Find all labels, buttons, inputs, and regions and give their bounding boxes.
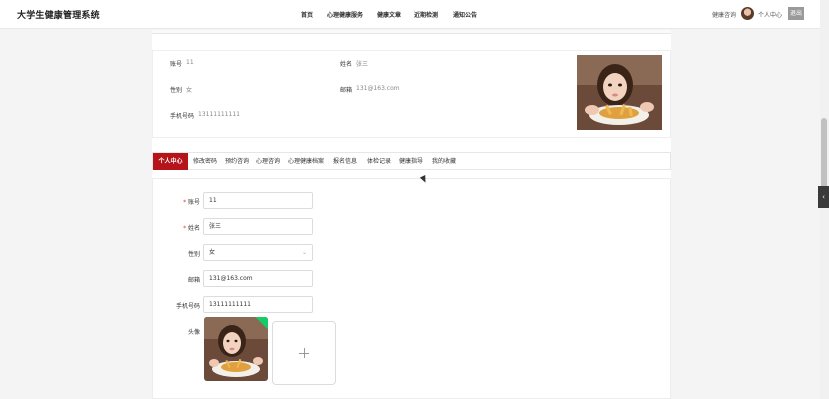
avatar[interactable] [741, 7, 754, 20]
form-gender-label: 性别 [187, 251, 200, 258]
logout-button[interactable]: 退出 [788, 7, 804, 20]
tab-counseling[interactable]: 心理咨询 [252, 153, 284, 170]
info-gender-label: 性别 [170, 87, 183, 94]
nav-home[interactable]: 首页 [301, 10, 313, 19]
nav-recent-tests[interactable]: 近期检测 [414, 10, 438, 19]
form-email-label: 邮箱 [187, 277, 200, 284]
user-center-link[interactable]: 个人中心 [758, 10, 782, 19]
required-mark: * [183, 199, 187, 206]
user-area: 健康咨询 个人中心 退出 [700, 7, 820, 21]
avatar-upload-button[interactable] [272, 321, 336, 385]
nav-notices[interactable]: 通知公告 [453, 10, 477, 19]
email-field[interactable]: 131@163.com [203, 270, 313, 287]
gender-select-value: 女 [209, 249, 216, 256]
tab-favorites[interactable]: 我的收藏 [428, 153, 460, 170]
chevron-down-icon: ⌄ [301, 249, 307, 256]
required-mark: * [183, 225, 187, 232]
content-top-strip [152, 30, 671, 34]
info-account-label: 账号 [170, 61, 183, 68]
form-avatar-label: 头像 [187, 329, 200, 336]
info-gender-value: 女 [186, 87, 193, 94]
info-phone-value: 13111111111 [198, 111, 240, 118]
gender-select[interactable]: 女 ⌄ [203, 244, 313, 261]
profile-photo [577, 55, 662, 130]
nav-mental-health[interactable]: 心理健康服务 [327, 10, 363, 19]
side-panel-toggle[interactable]: ‹ [818, 186, 829, 208]
chevron-left-icon: ‹ [822, 193, 825, 201]
tab-health-guidance[interactable]: 健康指导 [395, 153, 427, 170]
info-email-label: 邮箱 [340, 87, 353, 94]
tab-appointment[interactable]: 预约咨询 [221, 153, 253, 170]
consult-link[interactable]: 健康咨询 [712, 10, 736, 19]
tab-checkup-record[interactable]: 体检记录 [363, 153, 395, 170]
info-email-value: 131@163.com [356, 85, 400, 92]
tab-registration[interactable]: 报名信息 [329, 153, 361, 170]
info-name-value: 张三 [356, 61, 369, 68]
form-phone-label: 手机号码 [175, 303, 200, 310]
form-name-label: * 姓名 [183, 225, 200, 232]
info-name-label: 姓名 [340, 61, 353, 68]
account-field[interactable]: 11 [203, 192, 313, 209]
tab-user-center[interactable]: 个人中心 [153, 153, 188, 170]
name-field[interactable]: 张三 [203, 218, 313, 235]
form-account-label: * 账号 [183, 199, 200, 206]
top-navbar: 大学生健康管理系统 首页 心理健康服务 健康文章 近期检测 通知公告 健康咨询 … [0, 0, 829, 29]
user-tabs: 个人中心 修改密码 预约咨询 心理咨询 心理健康档案 报名信息 体检记录 健康指… [152, 152, 671, 170]
avatar-preview[interactable] [204, 317, 268, 381]
tab-mental-health-record[interactable]: 心理健康档案 [284, 153, 328, 170]
nav-articles[interactable]: 健康文章 [377, 10, 401, 19]
tab-change-password[interactable]: 修改密码 [189, 153, 221, 170]
info-phone-label: 手机号码 [170, 113, 195, 120]
phone-field[interactable]: 13111111111 [203, 296, 313, 313]
info-account-value: 11 [186, 59, 194, 66]
